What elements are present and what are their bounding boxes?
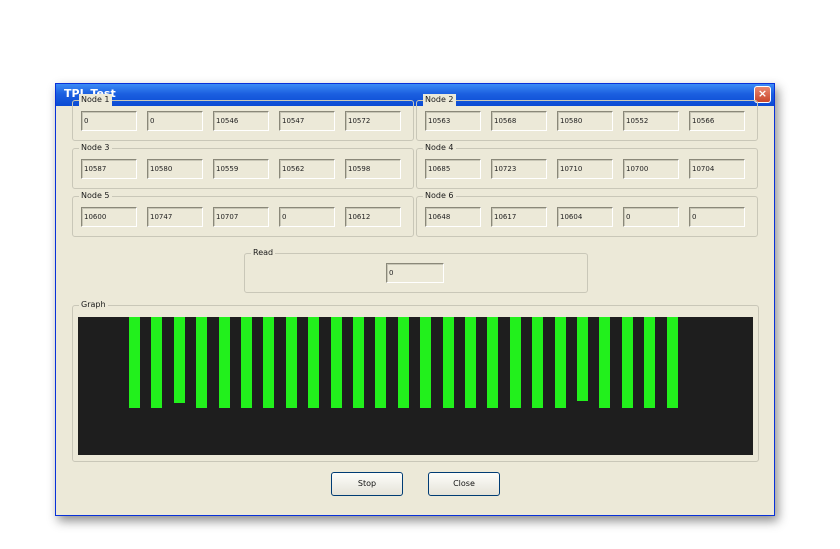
graph-bar [308, 317, 319, 408]
node-4-field-4: 10700 [623, 159, 679, 179]
node-1-field-1: 0 [81, 111, 137, 131]
node-6-field-5: 0 [689, 207, 745, 227]
node-2-group: Node 2 10563 10568 10580 10552 10566 [416, 94, 758, 141]
graph-bar [599, 317, 610, 408]
graph-label: Graph [79, 299, 108, 311]
close-button[interactable]: Close [428, 472, 500, 496]
graph-bar [398, 317, 409, 408]
node-3-label: Node 3 [79, 142, 112, 154]
graph-bar [129, 317, 140, 408]
node-6-field-1: 10648 [425, 207, 481, 227]
graph-bar [510, 317, 521, 408]
graph-bar [219, 317, 230, 408]
graph-bar [420, 317, 431, 408]
graph-bar [375, 317, 386, 408]
graph-bar [644, 317, 655, 408]
graph-bar [667, 317, 678, 408]
node-5-group: Node 5 10600 10747 10707 0 10612 [72, 190, 414, 237]
node-3-field-1: 10587 [81, 159, 137, 179]
node-3-field-3: 10559 [213, 159, 269, 179]
node-3-group: Node 3 10587 10580 10559 10562 10598 [72, 142, 414, 189]
node-2-field-5: 10566 [689, 111, 745, 131]
node-6-group: Node 6 10648 10617 10604 0 0 [416, 190, 758, 237]
graph-bar [577, 317, 588, 401]
node-1-label: Node 1 [79, 94, 112, 106]
graph-bar [532, 317, 543, 408]
node-5-field-1: 10600 [81, 207, 137, 227]
node-6-field-2: 10617 [491, 207, 547, 227]
node-3-field-2: 10580 [147, 159, 203, 179]
read-label: Read [251, 247, 276, 259]
read-group: Read 0 [244, 247, 588, 293]
graph-bar [151, 317, 162, 408]
graph-bar [555, 317, 566, 408]
node-1-group: Node 1 0 0 10546 10547 10572 [72, 94, 414, 141]
node-2-field-3: 10580 [557, 111, 613, 131]
node-1-field-5: 10572 [345, 111, 401, 131]
graph-bar [241, 317, 252, 408]
node-2-field-1: 10563 [425, 111, 481, 131]
node-4-group: Node 4 10685 10723 10710 10700 10704 [416, 142, 758, 189]
node-1-field-4: 10547 [279, 111, 335, 131]
graph-bar [263, 317, 274, 408]
graph-bar [465, 317, 476, 408]
node-2-label: Node 2 [423, 94, 456, 106]
graph-bar [443, 317, 454, 408]
node-6-field-3: 10604 [557, 207, 613, 227]
read-field: 0 [386, 263, 444, 283]
node-3-field-5: 10598 [345, 159, 401, 179]
graph-panel [78, 317, 753, 455]
node-4-label: Node 4 [423, 142, 456, 154]
node-3-field-4: 10562 [279, 159, 335, 179]
graph-bar [487, 317, 498, 408]
graph-bar [174, 317, 185, 403]
node-6-label: Node 6 [423, 190, 456, 202]
node-5-field-3: 10707 [213, 207, 269, 227]
node-6-field-4: 0 [623, 207, 679, 227]
graph-bar [622, 317, 633, 408]
node-4-field-2: 10723 [491, 159, 547, 179]
graph-bar [286, 317, 297, 408]
node-4-field-3: 10710 [557, 159, 613, 179]
graph-bar [196, 317, 207, 408]
node-5-field-4: 0 [279, 207, 335, 227]
node-2-field-4: 10552 [623, 111, 679, 131]
node-5-label: Node 5 [79, 190, 112, 202]
graph-bar [331, 317, 342, 408]
node-2-field-2: 10568 [491, 111, 547, 131]
node-1-field-2: 0 [147, 111, 203, 131]
tpl-test-window: TPL Test × Node 100105461054710572Node 2… [55, 83, 775, 516]
node-5-field-5: 10612 [345, 207, 401, 227]
node-1-field-3: 10546 [213, 111, 269, 131]
stop-button[interactable]: Stop [331, 472, 403, 496]
node-4-field-5: 10704 [689, 159, 745, 179]
node-4-field-1: 10685 [425, 159, 481, 179]
node-5-field-2: 10747 [147, 207, 203, 227]
graph-bar [353, 317, 364, 408]
